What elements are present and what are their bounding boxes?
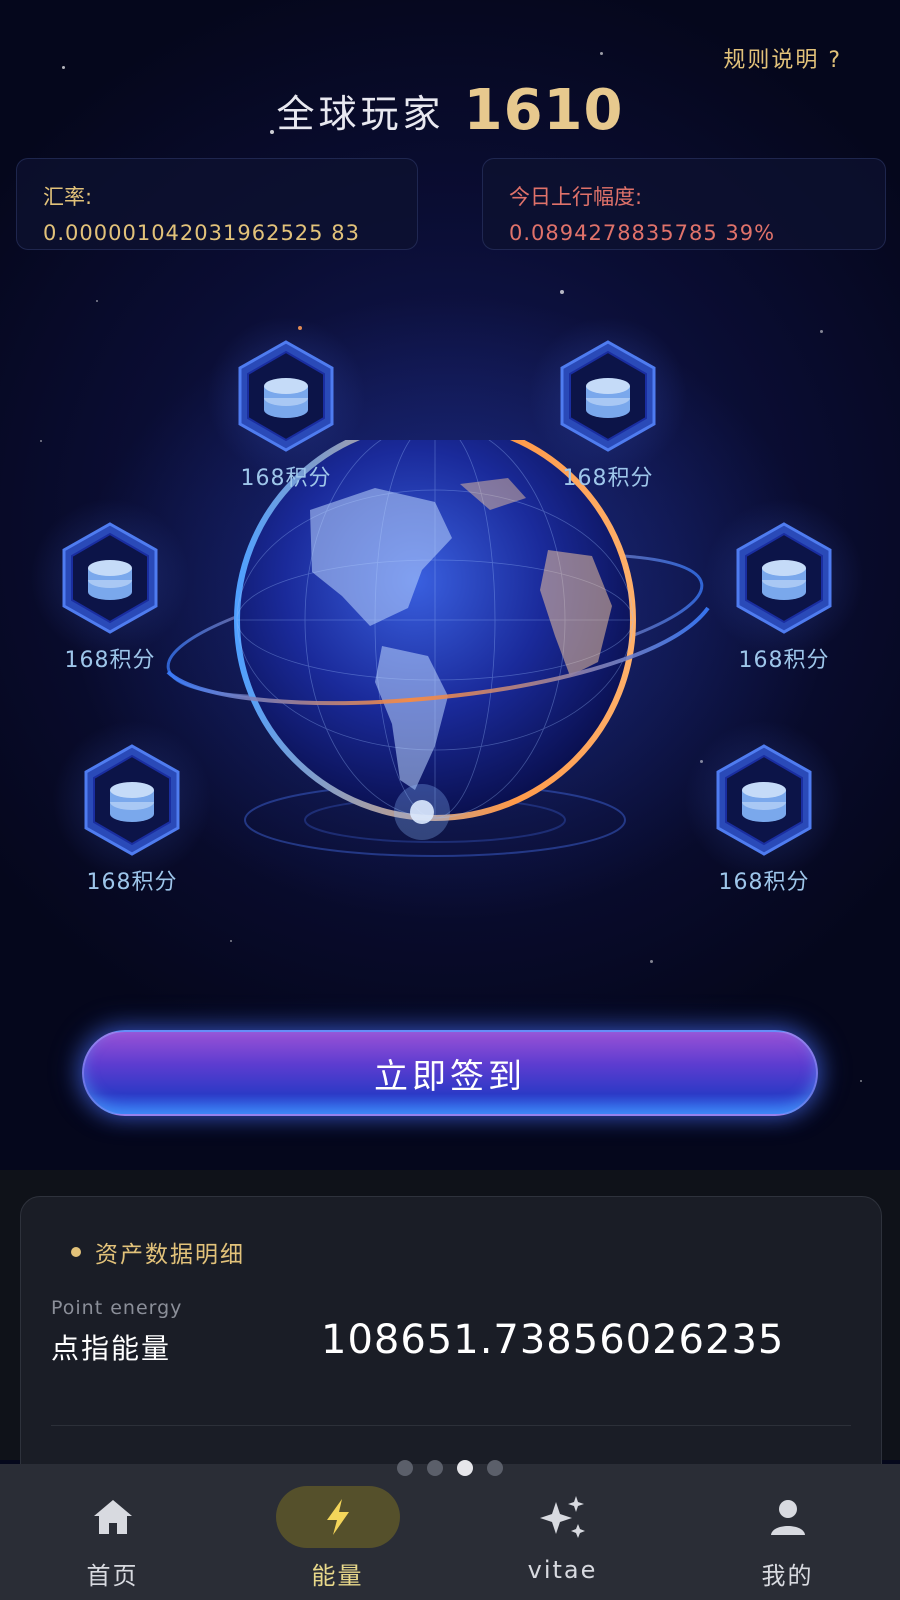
star [40, 440, 42, 442]
lightning-icon-box [275, 1486, 400, 1548]
reward-hex [528, 316, 688, 476]
exchange-rate-card: 汇率: 0.000001042031962525 83 [16, 158, 418, 250]
exchange-rate-value: 0.000001042031962525 83 [43, 221, 360, 245]
pagination-dots [0, 1460, 900, 1476]
asset-details-card: 资产数据明细 Point energy 点指能量 108651.73856026… [20, 1196, 882, 1496]
sparkle-icon-box [501, 1486, 625, 1548]
star [820, 330, 823, 333]
daily-increase-card: 今日上行幅度: 0.0894278835785 39% [482, 158, 886, 250]
sparkle-icon [539, 1496, 585, 1538]
divider [51, 1425, 851, 1426]
star [560, 290, 564, 294]
point-energy-en-label: Point energy [51, 1297, 183, 1319]
reward-hex [704, 498, 864, 658]
star [230, 940, 232, 942]
players-label: 全球玩家 [276, 92, 445, 136]
checkin-button[interactable]: 立即签到 [82, 1030, 818, 1116]
star [860, 1080, 862, 1082]
tab-vitae[interactable]: vitae [450, 1464, 675, 1600]
star [650, 960, 653, 963]
tab-home[interactable]: 首页 [0, 1464, 225, 1600]
daily-increase-value: 0.0894278835785 39% [509, 221, 776, 245]
asset-details-header: 资产数据明细 [71, 1235, 245, 1269]
tab-energy[interactable]: 能量 [225, 1464, 450, 1600]
star [62, 66, 65, 69]
tab-home-label: 首页 [86, 1562, 139, 1590]
home-icon [93, 1500, 132, 1534]
reward-hex [52, 720, 212, 880]
reward-hex [206, 316, 366, 476]
tab-mine-label: 我的 [761, 1562, 814, 1590]
global-players-title: 全球玩家 1610 [0, 78, 900, 143]
coin-stack-icon [84, 744, 180, 856]
reward-hex [684, 720, 844, 880]
reward-hex [30, 498, 190, 658]
bullet-dot [71, 1247, 81, 1257]
reward-badge[interactable]: 168积分 [694, 498, 874, 674]
star [96, 300, 98, 302]
page-dot[interactable] [397, 1460, 413, 1476]
page-dot[interactable] [487, 1460, 503, 1476]
home-icon-box [51, 1486, 175, 1548]
page-dot[interactable] [427, 1460, 443, 1476]
coin-stack-icon [560, 340, 656, 452]
reward-badge[interactable]: 168积分 [674, 720, 854, 896]
star [600, 52, 603, 55]
reward-badge[interactable]: 168积分 [518, 316, 698, 492]
globe-illustration [166, 440, 710, 857]
coin-stack-icon [736, 522, 832, 634]
checkin-button-label: 立即签到 [374, 1056, 526, 1097]
bottom-tab-bar: 首页 能量 vitae 我的 [0, 1464, 900, 1600]
tab-energy-label: 能量 [311, 1562, 364, 1590]
hero-section: 规则说明 ? 全球玩家 1610 汇率: 0.00000104203196252… [0, 0, 900, 1170]
tab-mine[interactable]: 我的 [675, 1464, 900, 1600]
rules-link[interactable]: 规则说明 ? [723, 42, 842, 74]
user-icon [770, 1500, 805, 1535]
coin-stack-icon [62, 522, 158, 634]
tab-vitae-label: vitae [527, 1556, 598, 1584]
page-dot[interactable] [457, 1460, 473, 1476]
coin-stack-icon [238, 340, 334, 452]
coin-stack-icon [716, 744, 812, 856]
exchange-rate-label: 汇率: [43, 185, 93, 209]
point-energy-value: 108651.73856026235 [321, 1317, 785, 1363]
reward-badge[interactable]: 168积分 [196, 316, 376, 492]
point-energy-cn-label: 点指能量 [51, 1332, 172, 1365]
reward-badge[interactable]: 168积分 [42, 720, 222, 896]
asset-details-title: 资产数据明细 [95, 1242, 245, 1268]
players-count: 1610 [463, 78, 624, 143]
user-icon-box [726, 1486, 850, 1548]
lightning-icon [326, 1499, 349, 1535]
reward-badge[interactable]: 168积分 [20, 498, 200, 674]
daily-increase-label: 今日上行幅度: [509, 185, 643, 209]
